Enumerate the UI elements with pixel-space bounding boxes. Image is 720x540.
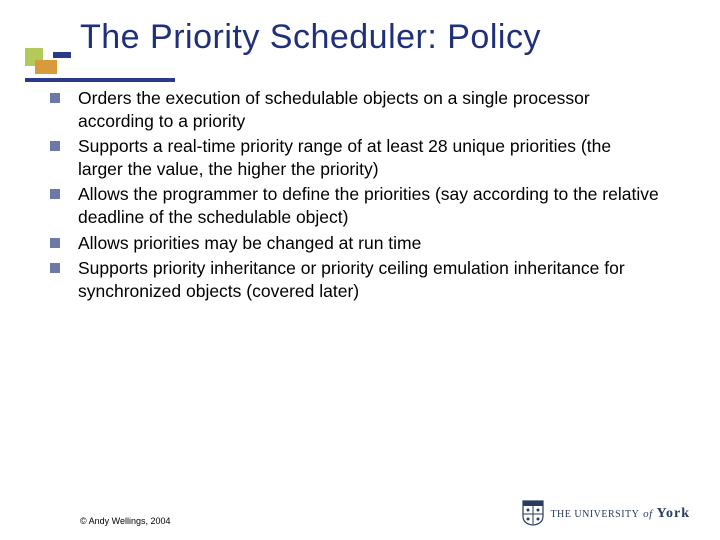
bullet-icon xyxy=(50,141,60,151)
bullet-item: Orders the execution of schedulable obje… xyxy=(50,87,660,133)
bullet-text: Allows the programmer to define the prio… xyxy=(78,184,659,227)
university-prefix: THE UNIVERSITY xyxy=(550,509,639,520)
title-area: The Priority Scheduler: Policy xyxy=(0,0,720,87)
bullet-item: Supports priority inheritance or priorit… xyxy=(50,257,660,303)
copyright-text: © Andy Wellings, 2004 xyxy=(80,516,171,526)
bullet-text: Supports a real-time priority range of a… xyxy=(78,136,611,179)
bullet-icon xyxy=(50,93,60,103)
title-accent-graphic xyxy=(25,48,65,78)
accent-square-orange xyxy=(35,60,57,74)
slide-title: The Priority Scheduler: Policy xyxy=(80,18,680,57)
university-logo: THE UNIVERSITY of York xyxy=(522,500,690,526)
accent-bar-top xyxy=(53,52,71,58)
bullet-item: Allows priorities may be changed at run … xyxy=(50,232,660,255)
bullet-text: Supports priority inheritance or priorit… xyxy=(78,258,625,301)
university-name: THE UNIVERSITY of York xyxy=(550,505,690,522)
university-of: of xyxy=(643,508,653,520)
accent-bar-bottom xyxy=(25,78,175,82)
bullet-text: Allows priorities may be changed at run … xyxy=(78,233,421,253)
bullet-text: Orders the execution of schedulable obje… xyxy=(78,88,590,131)
shield-icon xyxy=(522,500,544,526)
content-area: Orders the execution of schedulable obje… xyxy=(0,87,720,303)
university-york: York xyxy=(656,506,690,521)
bullet-item: Supports a real-time priority range of a… xyxy=(50,135,660,181)
bullet-item: Allows the programmer to define the prio… xyxy=(50,183,660,229)
bullet-icon xyxy=(50,263,60,273)
bullet-icon xyxy=(50,189,60,199)
bullet-icon xyxy=(50,238,60,248)
footer: © Andy Wellings, 2004 THE UNIVERSITY of … xyxy=(0,500,720,526)
